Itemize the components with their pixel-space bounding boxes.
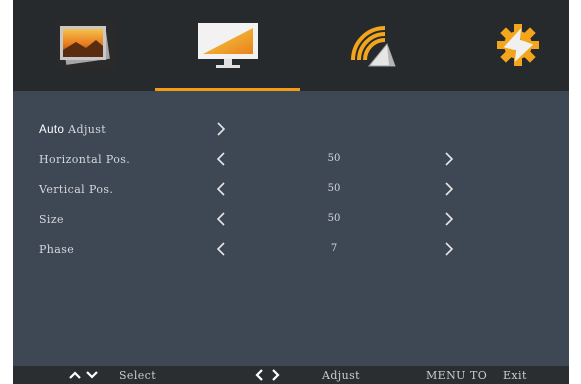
footer-exit-label: Exit	[503, 369, 527, 382]
chevron-right-icon[interactable]	[443, 180, 455, 198]
menu-item-label: Size	[39, 213, 64, 226]
osd-menu: Auto Adjust Horizontal Pos. 50 Vertical …	[13, 0, 569, 384]
tab-signal[interactable]	[300, 0, 445, 91]
menu-item-vertical-pos[interactable]: Vertical Pos. 50	[13, 180, 569, 200]
settings-gear-icon	[496, 24, 539, 66]
tab-display[interactable]	[155, 0, 300, 91]
footer-select-label: Select	[119, 369, 157, 382]
menu-item-value: 50	[327, 183, 341, 194]
chevron-right-icon[interactable]	[443, 240, 455, 258]
chevron-left-icon[interactable]	[215, 150, 227, 168]
chevron-left-icon	[255, 369, 263, 381]
active-tab-indicator	[155, 88, 300, 91]
chevron-right-icon	[272, 369, 280, 381]
chevron-down-icon	[86, 371, 98, 379]
display-icon	[197, 23, 258, 68]
tab-picture[interactable]	[13, 0, 158, 91]
tab-bar	[13, 0, 569, 91]
menu-item-horizontal-pos[interactable]: Horizontal Pos. 50	[13, 150, 569, 170]
menu-item-value: 50	[327, 153, 341, 164]
menu-item-value: 50	[327, 213, 341, 224]
menu-item-auto-adjust[interactable]: Auto Adjust	[13, 120, 569, 140]
tab-settings[interactable]	[445, 0, 581, 91]
footer-to-word: TO	[470, 369, 488, 382]
picture-icon	[55, 20, 116, 70]
chevron-right-icon[interactable]	[443, 150, 455, 168]
chevron-right-icon[interactable]	[443, 210, 455, 228]
menu-item-size[interactable]: Size 50	[13, 210, 569, 230]
chevron-right-icon[interactable]	[215, 120, 227, 138]
menu-item-label: Vertical Pos.	[39, 183, 114, 196]
menu-item-value: 7	[330, 243, 338, 254]
menu-item-label: Phase	[39, 243, 75, 256]
signal-icon	[350, 26, 396, 67]
menu-item-phase[interactable]: Phase 7	[13, 240, 569, 260]
menu-item-label: Horizontal Pos.	[39, 153, 131, 166]
footer-adjust-label: Adjust	[322, 369, 360, 382]
footer-menu-key: MENU	[426, 369, 466, 382]
chevron-left-icon[interactable]	[215, 240, 227, 258]
chevron-left-icon[interactable]	[215, 210, 227, 228]
chevron-up-icon	[69, 371, 81, 379]
footer-hint-bar: Select Adjust MENU TO Exit	[13, 366, 569, 384]
chevron-left-icon[interactable]	[215, 180, 227, 198]
menu-item-label: Auto Adjust	[39, 123, 107, 136]
